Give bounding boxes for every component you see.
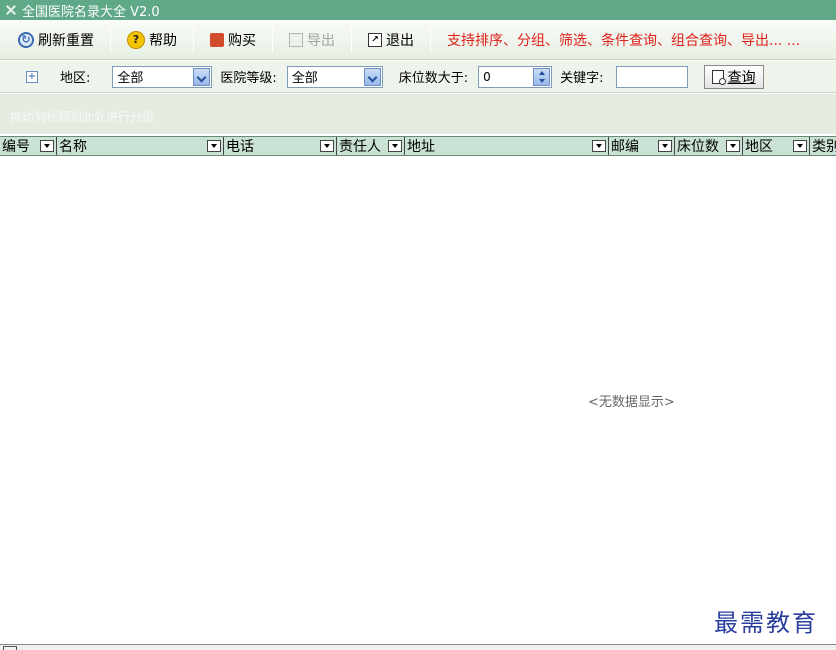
column-label: 电话 bbox=[226, 139, 254, 155]
column-label: 邮编 bbox=[611, 139, 639, 155]
column-label: 责任人 bbox=[339, 139, 381, 155]
toolbar: ↻ 刷新重置 ? 帮助 购买 导出 ↗ 退出 支持排序、分组、筛选、条件查询、组… bbox=[0, 20, 836, 60]
group-hint: 拖动列标题到此处进行分组 bbox=[10, 110, 155, 124]
navigator-icon[interactable] bbox=[3, 646, 17, 650]
toolbar-separator bbox=[272, 26, 273, 53]
column-label: 名称 bbox=[59, 139, 87, 155]
query-button[interactable]: 查询 bbox=[703, 64, 764, 89]
filter-dropdown-icon[interactable] bbox=[793, 140, 807, 152]
column-header-region[interactable]: 地区 bbox=[743, 137, 810, 155]
column-label: 床位数 bbox=[677, 139, 719, 155]
level-select[interactable]: 全部 bbox=[286, 65, 383, 88]
column-label: 编号 bbox=[2, 139, 30, 155]
column-label: 类别 bbox=[812, 139, 836, 155]
filter-dropdown-icon[interactable] bbox=[40, 140, 54, 152]
buy-label: 购买 bbox=[228, 32, 256, 49]
column-header-phone[interactable]: 电话 bbox=[224, 137, 337, 155]
column-header-name[interactable]: 名称 bbox=[57, 137, 224, 155]
column-label: 地区 bbox=[745, 139, 773, 155]
buy-icon bbox=[210, 32, 224, 47]
buy-button[interactable]: 购买 bbox=[204, 27, 262, 53]
region-label: 地区: bbox=[60, 71, 91, 86]
chevron-down-icon[interactable] bbox=[363, 67, 381, 86]
export-button[interactable]: 导出 bbox=[283, 27, 341, 53]
column-header-person[interactable]: 责任人 bbox=[337, 137, 405, 155]
grid-body[interactable]: <无数据显示> 最需教育 bbox=[0, 157, 836, 644]
beds-stepper[interactable]: 0 bbox=[478, 65, 553, 88]
level-value: 全部 bbox=[291, 71, 318, 86]
toolbar-separator bbox=[193, 26, 194, 53]
grid-header: 编号 名称 电话 责任人 地址 邮编 床位数 地区 类别 bbox=[0, 136, 836, 156]
region-value: 全部 bbox=[117, 71, 144, 86]
expand-icon[interactable]: + bbox=[26, 70, 38, 83]
stepper-arrows-icon[interactable] bbox=[533, 67, 551, 86]
column-header-address[interactable]: 地址 bbox=[405, 137, 609, 155]
filter-dropdown-icon[interactable] bbox=[320, 140, 334, 152]
column-header-id[interactable]: 编号 bbox=[0, 137, 57, 155]
search-icon bbox=[711, 69, 726, 85]
window-title: 全国医院名录大全 V2.0 bbox=[22, 4, 160, 20]
watermark: 最需教育 bbox=[714, 609, 818, 637]
beds-value: 0 bbox=[483, 69, 491, 84]
query-label: 查询 bbox=[727, 69, 756, 86]
title-bar: 全国医院名录大全 V2.0 bbox=[0, 0, 836, 20]
exit-icon: ↗ bbox=[368, 32, 382, 47]
exit-label: 退出 bbox=[386, 32, 414, 49]
save-icon bbox=[289, 32, 303, 47]
filter-dropdown-icon[interactable] bbox=[726, 140, 740, 152]
column-header-beds[interactable]: 床位数 bbox=[675, 137, 743, 155]
column-header-category[interactable]: 类别 bbox=[810, 137, 836, 155]
help-button[interactable]: ? 帮助 bbox=[121, 27, 183, 53]
toolbar-separator bbox=[110, 26, 111, 53]
filter-bar: + 地区: 全部 医院等级: 全部 床位数大于: 0 关键字: 查询 bbox=[0, 61, 836, 93]
region-select[interactable]: 全部 bbox=[112, 65, 213, 88]
export-label: 导出 bbox=[307, 32, 335, 49]
level-label: 医院等级: bbox=[220, 71, 277, 86]
group-by-panel[interactable]: 拖动列标题到此处进行分组 bbox=[0, 94, 836, 134]
filter-dropdown-icon[interactable] bbox=[388, 140, 402, 152]
column-label: 地址 bbox=[407, 139, 435, 155]
app-icon bbox=[4, 3, 18, 17]
toolbar-separator bbox=[430, 26, 431, 53]
filter-dropdown-icon[interactable] bbox=[592, 140, 606, 152]
keyword-label: 关键字: bbox=[560, 71, 604, 86]
promo-text: 支持排序、分组、筛选、条件查询、组合查询、导出... ... bbox=[447, 32, 801, 49]
status-bar bbox=[0, 644, 836, 650]
refresh-label: 刷新重置 bbox=[38, 32, 94, 49]
filter-dropdown-icon[interactable] bbox=[658, 140, 672, 152]
keyword-input[interactable] bbox=[615, 65, 688, 88]
exit-button[interactable]: ↗ 退出 bbox=[362, 27, 420, 53]
column-header-postcode[interactable]: 邮编 bbox=[609, 137, 675, 155]
beds-label: 床位数大于: bbox=[398, 71, 469, 86]
help-label: 帮助 bbox=[149, 32, 177, 49]
filter-dropdown-icon[interactable] bbox=[207, 140, 221, 152]
help-icon: ? bbox=[127, 30, 145, 49]
refresh-button[interactable]: ↻ 刷新重置 bbox=[12, 27, 100, 53]
toolbar-separator bbox=[351, 26, 352, 53]
refresh-icon: ↻ bbox=[18, 31, 34, 48]
empty-message: <无数据显示> bbox=[588, 395, 675, 410]
chevron-down-icon[interactable] bbox=[193, 67, 211, 86]
